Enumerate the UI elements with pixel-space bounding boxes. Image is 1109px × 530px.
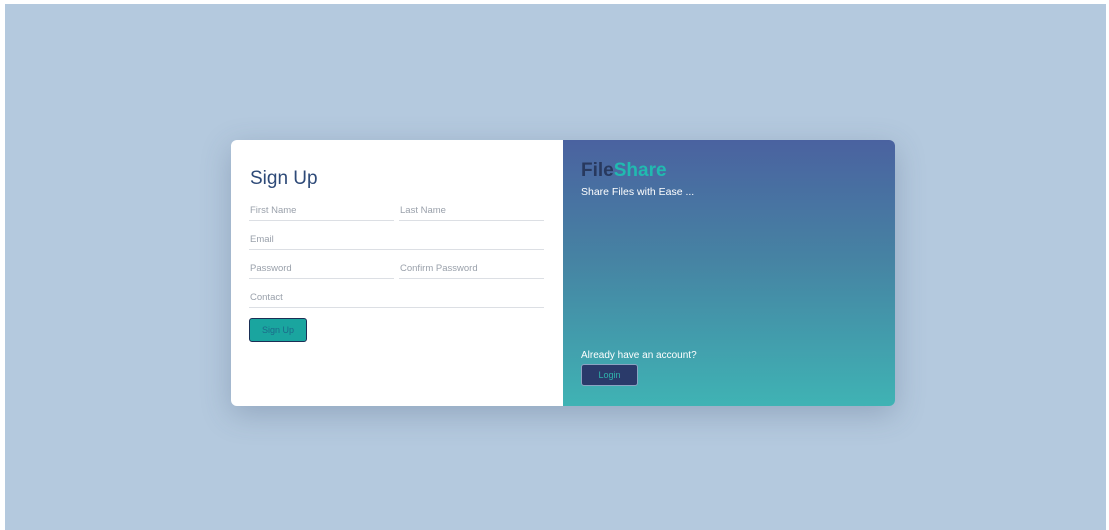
last-name-input[interactable] bbox=[399, 200, 544, 221]
login-prompt: Already have an account? bbox=[581, 350, 697, 361]
brand-tagline: Share Files with Ease ... bbox=[581, 186, 695, 198]
page-background: Sign Up Sign Up FileShare Share Files wi… bbox=[5, 4, 1106, 530]
first-name-input[interactable] bbox=[249, 200, 394, 221]
auth-card: Sign Up Sign Up FileShare Share Files wi… bbox=[231, 140, 895, 406]
confirm-password-input[interactable] bbox=[399, 258, 544, 279]
promo-panel: FileShare Share Files with Ease ... Alre… bbox=[563, 140, 895, 406]
signup-button[interactable]: Sign Up bbox=[249, 318, 307, 342]
contact-input[interactable] bbox=[249, 287, 544, 308]
brand-logo: FileShare bbox=[581, 160, 667, 182]
signup-panel: Sign Up Sign Up bbox=[231, 140, 563, 406]
brand-part-share: Share bbox=[613, 160, 667, 181]
password-input[interactable] bbox=[249, 258, 394, 279]
login-button[interactable]: Login bbox=[581, 364, 638, 386]
brand-part-file: File bbox=[581, 160, 614, 181]
email-input[interactable] bbox=[249, 229, 544, 250]
signup-title: Sign Up bbox=[250, 168, 318, 189]
